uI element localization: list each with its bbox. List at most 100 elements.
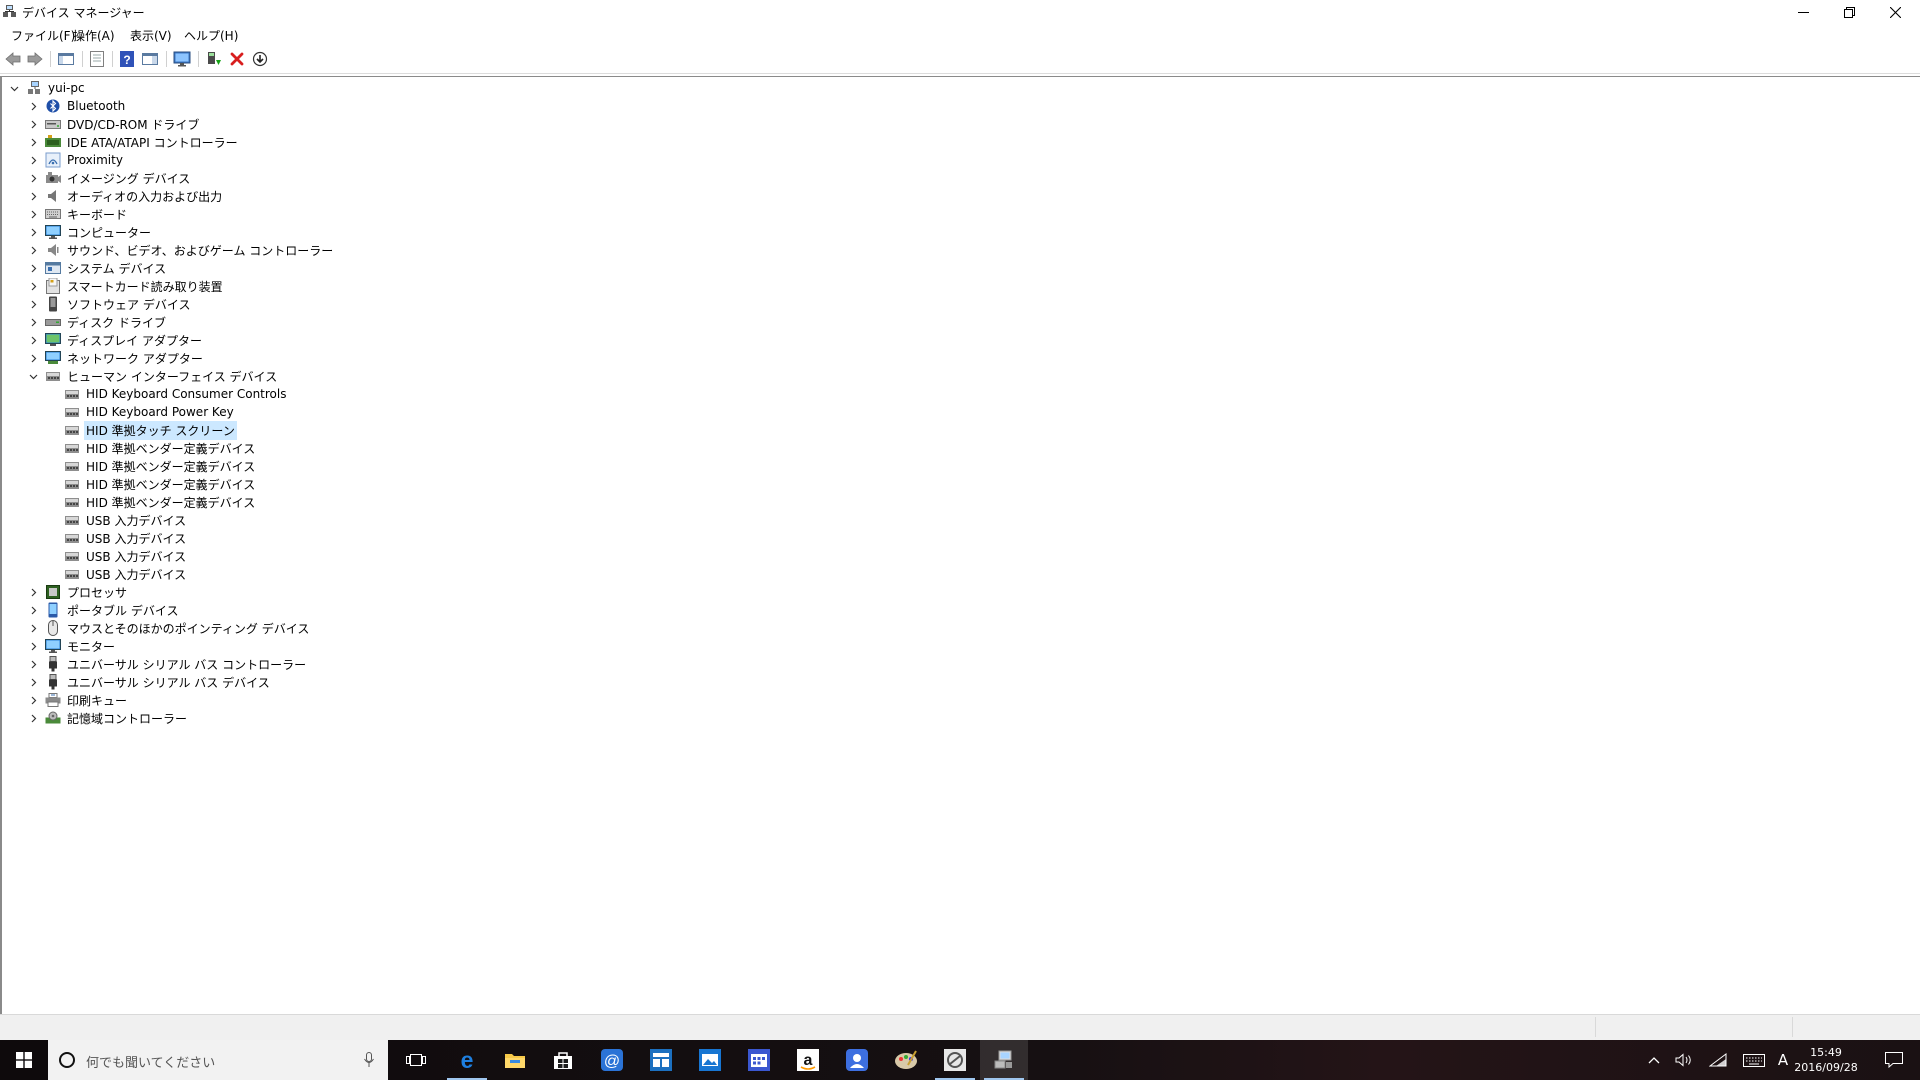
tree-item-category[interactable]: Proximity bbox=[27, 151, 125, 169]
tree-item-hid-device[interactable]: HID 準拠ベンダー定義デバイス bbox=[46, 439, 257, 457]
tree-item-category[interactable]: オーディオの入力および出力 bbox=[27, 187, 224, 205]
tree-item-category[interactable]: IDE ATA/ATAPI コントローラー bbox=[27, 133, 240, 151]
tree-item-category[interactable]: コンピューター bbox=[27, 223, 153, 241]
expand-chevron-icon[interactable] bbox=[27, 676, 39, 688]
show-hide-console-tree-button[interactable] bbox=[55, 49, 77, 69]
menu-file[interactable]: ファイル(F) bbox=[9, 26, 77, 45]
expand-chevron-icon[interactable] bbox=[27, 226, 39, 238]
tree-item-hid-device[interactable]: HID 準拠タッチ スクリーン bbox=[46, 420, 237, 440]
microphone-icon[interactable] bbox=[364, 1052, 374, 1068]
tree-item-hid-device[interactable]: USB 入力デバイス bbox=[46, 565, 188, 583]
tree-item-hid-device[interactable]: USB 入力デバイス bbox=[46, 547, 188, 565]
tree-item-category[interactable]: ソフトウェア デバイス bbox=[27, 295, 192, 313]
tree-item-hid[interactable]: ヒューマン インターフェイス デバイス bbox=[27, 367, 279, 385]
taskbar-office[interactable] bbox=[637, 1040, 685, 1080]
tree-item-category[interactable]: ディスプレイ アダプター bbox=[27, 331, 204, 349]
expand-chevron-icon[interactable] bbox=[27, 100, 39, 112]
scan-hardware-changes-button[interactable] bbox=[171, 49, 193, 69]
tree-item-category[interactable]: DVD/CD-ROM ドライブ bbox=[27, 115, 201, 133]
tree-item-category[interactable]: マウスとそのほかのポインティング デバイス bbox=[27, 619, 311, 637]
tree-item-category[interactable]: サウンド、ビデオ、およびゲーム コントローラー bbox=[27, 241, 335, 259]
expand-chevron-icon[interactable] bbox=[27, 622, 39, 634]
taskbar-mail[interactable]: @ bbox=[588, 1040, 636, 1080]
action-pane-button[interactable] bbox=[139, 49, 161, 69]
taskbar-teams[interactable] bbox=[833, 1040, 881, 1080]
tree-item-hid-device[interactable]: HID 準拠ベンダー定義デバイス bbox=[46, 457, 257, 475]
tree-item-category[interactable]: モニター bbox=[27, 637, 117, 655]
expand-chevron-icon[interactable] bbox=[27, 154, 39, 166]
menu-view[interactable]: 表示(V) bbox=[128, 26, 174, 45]
action-center-button[interactable] bbox=[1874, 1040, 1914, 1080]
menu-action[interactable]: 操作(A) bbox=[71, 26, 117, 45]
tree-item-category[interactable]: 記憶域コントローラー bbox=[27, 709, 189, 727]
uninstall-device-button[interactable] bbox=[226, 49, 248, 69]
forward-button[interactable] bbox=[24, 49, 46, 69]
expand-chevron-icon[interactable] bbox=[27, 658, 39, 670]
tree-item-category[interactable]: ユニバーサル シリアル バス デバイス bbox=[27, 673, 272, 691]
tree-item-category[interactable]: スマートカード読み取り装置 bbox=[27, 277, 225, 295]
tree-item-category[interactable]: ユニバーサル シリアル バス コントローラー bbox=[27, 655, 308, 673]
minimize-button[interactable] bbox=[1780, 0, 1826, 24]
restore-button[interactable] bbox=[1826, 0, 1872, 24]
taskbar-file-explorer[interactable] bbox=[491, 1040, 539, 1080]
taskbar-photos[interactable] bbox=[686, 1040, 734, 1080]
tree-item-category[interactable]: キーボード bbox=[27, 205, 129, 223]
expand-chevron-icon[interactable] bbox=[27, 586, 39, 598]
tree-item-category[interactable]: ネットワーク アダプター bbox=[27, 349, 205, 367]
taskbar-device-manager[interactable] bbox=[980, 1040, 1028, 1080]
collapse-chevron-icon[interactable] bbox=[8, 82, 20, 94]
expand-chevron-icon[interactable] bbox=[27, 316, 39, 328]
expand-chevron-icon[interactable] bbox=[27, 190, 39, 202]
taskbar-snipping[interactable] bbox=[931, 1040, 979, 1080]
collapse-chevron-icon[interactable] bbox=[27, 370, 39, 382]
update-driver-button[interactable] bbox=[203, 49, 225, 69]
tree-item-hid-device[interactable]: USB 入力デバイス bbox=[46, 511, 188, 529]
show-hidden-icons-button[interactable] bbox=[1642, 1040, 1666, 1080]
back-button[interactable] bbox=[2, 49, 24, 69]
expand-chevron-icon[interactable] bbox=[27, 604, 39, 616]
expand-chevron-icon[interactable] bbox=[27, 334, 39, 346]
taskbar-edge[interactable]: e bbox=[443, 1040, 491, 1080]
expand-chevron-icon[interactable] bbox=[27, 244, 39, 256]
taskbar-paint[interactable] bbox=[882, 1040, 930, 1080]
taskbar-amazon[interactable]: a bbox=[784, 1040, 832, 1080]
clock[interactable]: 15:49 2016/09/28 bbox=[1790, 1045, 1862, 1075]
volume-button[interactable] bbox=[1672, 1040, 1696, 1080]
tree-item-hid-device[interactable]: HID Keyboard Power Key bbox=[46, 403, 236, 421]
search-box[interactable]: 何でも聞いてください bbox=[48, 1040, 388, 1080]
start-button[interactable] bbox=[0, 1040, 48, 1080]
expand-chevron-icon[interactable] bbox=[27, 262, 39, 274]
tree-item-category[interactable]: イメージング デバイス bbox=[27, 169, 192, 187]
expand-chevron-icon[interactable] bbox=[27, 280, 39, 292]
device-tree[interactable]: yui-pc ヒューマン インターフェイス デバイス Bluetooth DVD/… bbox=[0, 76, 1920, 1014]
tree-item-category[interactable]: Bluetooth bbox=[27, 97, 127, 115]
expand-chevron-icon[interactable] bbox=[27, 298, 39, 310]
tree-item-category[interactable]: 印刷キュー bbox=[27, 691, 129, 709]
expand-chevron-icon[interactable] bbox=[27, 118, 39, 130]
tree-root[interactable]: yui-pc bbox=[8, 79, 87, 97]
properties-button[interactable] bbox=[86, 49, 108, 69]
tree-item-hid-device[interactable]: HID 準拠ベンダー定義デバイス bbox=[46, 493, 257, 511]
disable-device-button[interactable] bbox=[249, 49, 271, 69]
tree-item-category[interactable]: ポータブル デバイス bbox=[27, 601, 180, 619]
touch-keyboard-button[interactable] bbox=[1740, 1040, 1768, 1080]
tree-item-hid-device[interactable]: USB 入力デバイス bbox=[46, 529, 188, 547]
network-button[interactable] bbox=[1706, 1040, 1730, 1080]
tree-item-category[interactable]: ディスク ドライブ bbox=[27, 313, 168, 331]
expand-chevron-icon[interactable] bbox=[27, 172, 39, 184]
expand-chevron-icon[interactable] bbox=[27, 352, 39, 364]
expand-chevron-icon[interactable] bbox=[27, 640, 39, 652]
expand-chevron-icon[interactable] bbox=[27, 136, 39, 148]
tree-item-hid-device[interactable]: HID Keyboard Consumer Controls bbox=[46, 385, 288, 403]
menu-help[interactable]: ヘルプ(H) bbox=[182, 26, 240, 45]
tree-item-category[interactable]: プロセッサ bbox=[27, 583, 129, 601]
task-view-button[interactable] bbox=[392, 1040, 440, 1080]
expand-chevron-icon[interactable] bbox=[27, 712, 39, 724]
taskbar-store[interactable] bbox=[539, 1040, 587, 1080]
expand-chevron-icon[interactable] bbox=[27, 694, 39, 706]
tree-item-category[interactable]: システム デバイス bbox=[27, 259, 168, 277]
taskbar-calendar[interactable] bbox=[735, 1040, 783, 1080]
close-button[interactable] bbox=[1872, 0, 1918, 24]
tree-item-hid-device[interactable]: HID 準拠ベンダー定義デバイス bbox=[46, 475, 257, 493]
expand-chevron-icon[interactable] bbox=[27, 208, 39, 220]
